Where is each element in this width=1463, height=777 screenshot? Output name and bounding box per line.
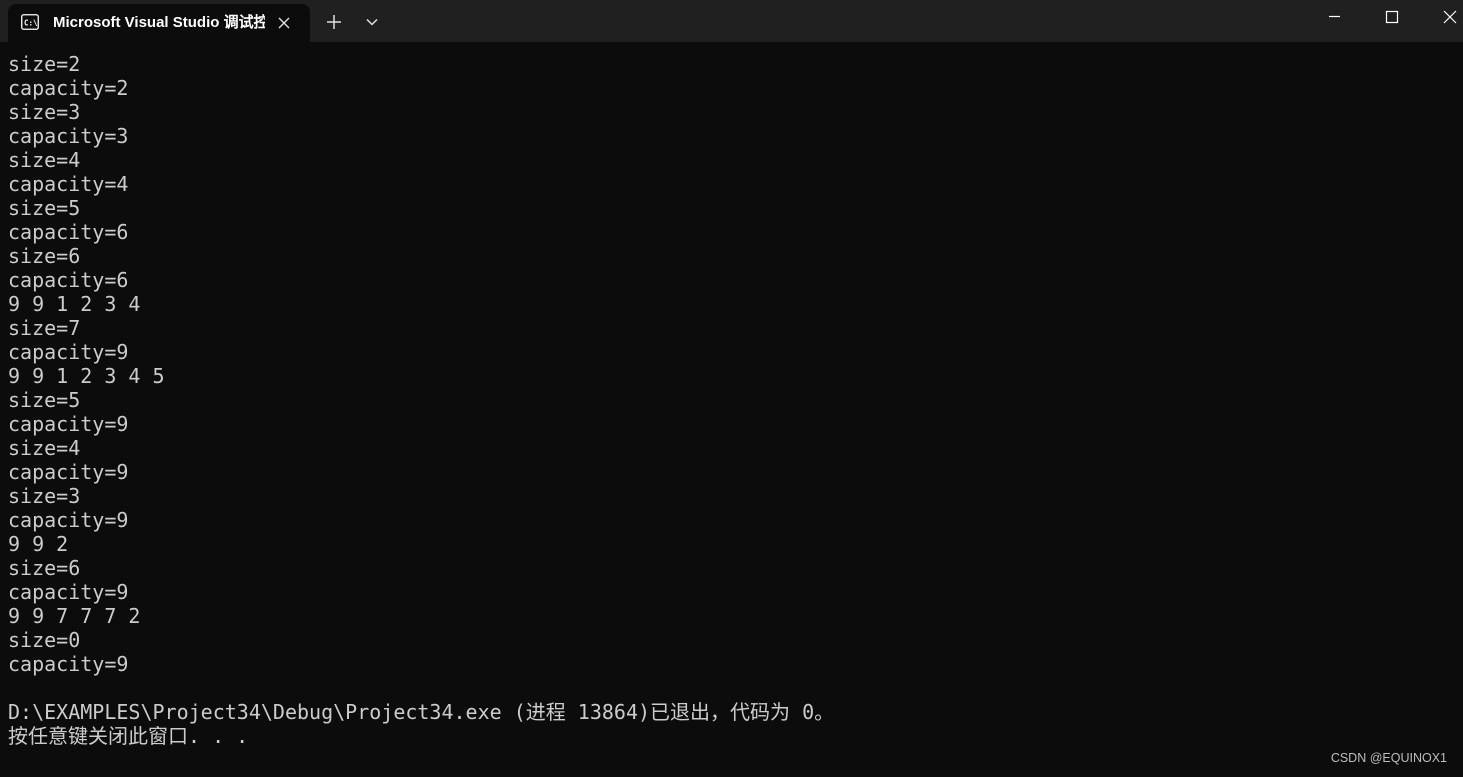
console-line: capacity=2 [8,76,129,100]
console-line: capacity=6 [8,220,129,244]
console-line: size=2 [8,52,81,76]
console-line: size=5 [8,388,81,412]
console-line: size=0 [8,628,81,652]
minimize-icon[interactable] [1305,0,1363,34]
close-window-icon[interactable] [1421,0,1463,34]
console-line: 9 9 1 2 3 4 5 [8,364,165,388]
new-tab-plus-icon[interactable] [322,10,346,34]
console-line: capacity=3 [8,124,129,148]
title-bar: C:\ Microsoft Visual Studio 调试控制台 [0,0,1463,42]
console-line: capacity=4 [8,172,129,196]
console-line: size=4 [8,148,81,172]
console-line: capacity=9 [8,340,129,364]
console-line: size=3 [8,100,81,124]
console-line: size=6 [8,556,81,580]
console-line: 9 9 2 [8,532,69,556]
console-line: capacity=9 [8,652,129,676]
console-line: 9 9 7 7 7 2 [8,604,141,628]
console-line: D:\EXAMPLES\Project34\Debug\Project34.ex… [8,700,835,724]
console-line: size=5 [8,196,81,220]
console-line: 按任意键关闭此窗口. . . [8,724,249,748]
console-line: size=6 [8,244,81,268]
tab-title: Microsoft Visual Studio 调试控制台 [53,14,265,31]
console-line: capacity=9 [8,460,129,484]
console-line: capacity=9 [8,580,129,604]
maximize-icon[interactable] [1363,0,1421,34]
console-line: size=4 [8,436,81,460]
chevron-down-icon[interactable] [362,12,382,32]
console-line: capacity=9 [8,508,129,532]
tab-console[interactable]: C:\ Microsoft Visual Studio 调试控制台 [8,4,310,42]
console-line: size=3 [8,484,81,508]
console-line: capacity=9 [8,412,129,436]
terminal-icon: C:\ [21,14,39,30]
tab-close-icon[interactable] [274,13,294,33]
watermark: CSDN @EQUINOX1 [1330,751,1447,765]
console-line: capacity=6 [8,268,129,292]
console-output[interactable]: size=2 capacity=2 size=3 capacity=3 size=4 ca… [8,52,1448,752]
console-line: 9 9 1 2 3 4 [8,292,141,316]
console-line: size=7 [8,316,81,340]
svg-text:C:\: C:\ [24,19,38,28]
